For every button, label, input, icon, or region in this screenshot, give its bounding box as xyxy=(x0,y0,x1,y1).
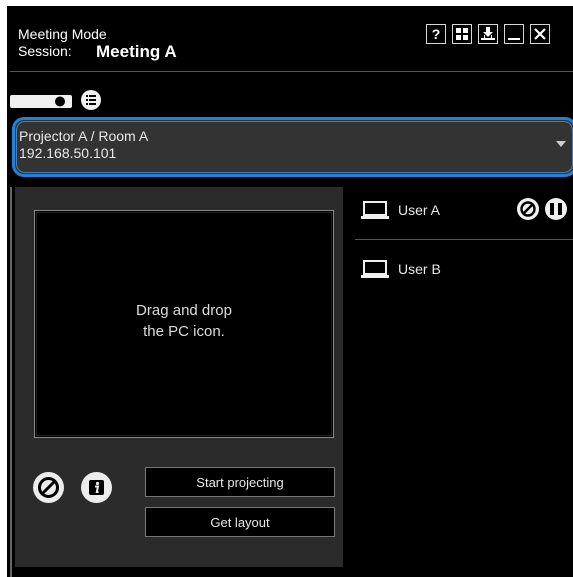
session-label: Session: xyxy=(18,43,72,59)
window-left-border xyxy=(10,187,12,577)
prohibit-icon xyxy=(38,477,59,498)
list-icon[interactable] xyxy=(80,89,102,111)
mode-title: Meeting Mode xyxy=(18,26,107,42)
user-divider xyxy=(355,239,573,240)
prohibit-icon[interactable] xyxy=(516,197,540,221)
session-name: Meeting A xyxy=(96,42,177,61)
header-divider xyxy=(10,71,573,72)
projector-ip: 192.168.50.101 xyxy=(19,145,117,161)
laptop-icon xyxy=(361,201,389,219)
start-projecting-button[interactable]: Start projecting xyxy=(145,467,335,497)
minimize-icon xyxy=(508,38,520,40)
minimize-button[interactable] xyxy=(504,24,524,44)
projector-name: Projector A / Room A xyxy=(19,128,149,144)
help-icon: ? xyxy=(431,26,441,42)
user-name: User B xyxy=(398,261,441,277)
grid-icon xyxy=(456,28,468,40)
layout-button[interactable] xyxy=(452,24,472,44)
user-name: User A xyxy=(398,202,441,218)
projector-icon[interactable] xyxy=(10,91,72,109)
drop-hint-line2: the PC icon. xyxy=(143,323,225,340)
info-icon xyxy=(89,480,104,495)
close-button[interactable] xyxy=(530,24,550,44)
get-layout-button[interactable]: Get layout xyxy=(145,507,335,537)
close-icon xyxy=(534,28,546,40)
split-screen-icon[interactable] xyxy=(544,197,568,221)
laptop-icon xyxy=(361,260,389,278)
chevron-down-icon xyxy=(556,141,566,147)
info-button[interactable] xyxy=(81,472,112,503)
help-button[interactable]: ? xyxy=(426,24,446,44)
no-display-button[interactable] xyxy=(33,472,64,503)
drop-hint-line1: Drag and drop xyxy=(136,302,232,319)
download-button[interactable] xyxy=(478,24,498,44)
list-item-user-b[interactable]: User B xyxy=(360,257,560,287)
download-icon xyxy=(481,27,495,40)
